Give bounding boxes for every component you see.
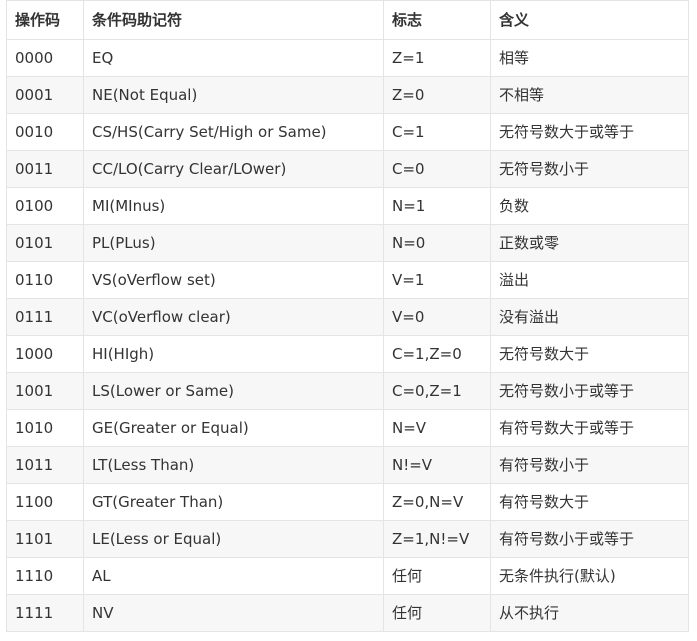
cell-flags: N!=V	[383, 446, 491, 484]
table-row: 1110 AL 任何 无条件执行(默认)	[6, 557, 689, 595]
cell-mnemonic: NV	[83, 594, 384, 632]
cell-mnemonic: MI(MInus)	[83, 187, 384, 225]
cell-mnemonic: VS(oVerflow set)	[83, 261, 384, 299]
cell-opcode: 0000	[6, 39, 84, 77]
cell-flags: V=1	[383, 261, 491, 299]
cell-opcode: 0010	[6, 113, 84, 151]
table-row: 1001 LS(Lower or Same) C=0,Z=1 无符号数小于或等于	[6, 372, 689, 410]
cell-flags: Z=0	[383, 76, 491, 114]
cell-meaning: 溢出	[490, 261, 689, 299]
table-row: 1101 LE(Less or Equal) Z=1,N!=V 有符号数小于或等…	[6, 520, 689, 558]
table-row: 1111 NV 任何 从不执行	[6, 594, 689, 632]
cell-mnemonic: CC/LO(Carry Clear/LOwer)	[83, 150, 384, 188]
cell-meaning: 从不执行	[490, 594, 689, 632]
table-row: 0111 VC(oVerflow clear) V=0 没有溢出	[6, 298, 689, 336]
cell-flags: 任何	[383, 557, 491, 595]
header-meaning: 含义	[490, 0, 689, 40]
table-row: 0010 CS/HS(Carry Set/High or Same) C=1 无…	[6, 113, 689, 151]
cell-mnemonic: PL(PLus)	[83, 224, 384, 262]
table-row: 0101 PL(PLus) N=0 正数或零	[6, 224, 689, 262]
cell-flags: N=1	[383, 187, 491, 225]
cell-opcode: 0011	[6, 150, 84, 188]
cell-opcode: 0100	[6, 187, 84, 225]
cell-flags: Z=1,N!=V	[383, 520, 491, 558]
cell-opcode: 0101	[6, 224, 84, 262]
cell-meaning: 无条件执行(默认)	[490, 557, 689, 595]
cell-meaning: 相等	[490, 39, 689, 77]
cell-mnemonic: LT(Less Than)	[83, 446, 384, 484]
table-body: 0000 EQ Z=1 相等 0001 NE(Not Equal) Z=0 不相…	[6, 39, 689, 632]
table-row: 1010 GE(Greater or Equal) N=V 有符号数大于或等于	[6, 409, 689, 447]
cell-mnemonic: EQ	[83, 39, 384, 77]
table-row: 0011 CC/LO(Carry Clear/LOwer) C=0 无符号数小于	[6, 150, 689, 188]
cell-meaning: 无符号数大于或等于	[490, 113, 689, 151]
cell-mnemonic: CS/HS(Carry Set/High or Same)	[83, 113, 384, 151]
table-row: 0000 EQ Z=1 相等	[6, 39, 689, 77]
cell-mnemonic: NE(Not Equal)	[83, 76, 384, 114]
table-row: 0001 NE(Not Equal) Z=0 不相等	[6, 76, 689, 114]
table-row: 1011 LT(Less Than) N!=V 有符号数小于	[6, 446, 689, 484]
cell-meaning: 有符号数小于	[490, 446, 689, 484]
header-row: 操作码 条件码助记符 标志 含义	[6, 0, 689, 40]
header-opcode: 操作码	[6, 0, 84, 40]
cell-opcode: 1101	[6, 520, 84, 558]
table-row: 1100 GT(Greater Than) Z=0,N=V 有符号数大于	[6, 483, 689, 521]
cell-mnemonic: AL	[83, 557, 384, 595]
cell-meaning: 无符号数小于	[490, 150, 689, 188]
cell-flags: N=0	[383, 224, 491, 262]
cell-mnemonic: GT(Greater Than)	[83, 483, 384, 521]
cell-meaning: 有符号数大于或等于	[490, 409, 689, 447]
cell-opcode: 1100	[6, 483, 84, 521]
cell-mnemonic: VC(oVerflow clear)	[83, 298, 384, 336]
cell-opcode: 1010	[6, 409, 84, 447]
cell-opcode: 0111	[6, 298, 84, 336]
header-mnemonic: 条件码助记符	[83, 0, 384, 40]
table-row: 0100 MI(MInus) N=1 负数	[6, 187, 689, 225]
cell-opcode: 1001	[6, 372, 84, 410]
cell-flags: Z=0,N=V	[383, 483, 491, 521]
cell-meaning: 负数	[490, 187, 689, 225]
table-header: 操作码 条件码助记符 标志 含义	[6, 0, 689, 40]
cell-meaning: 有符号数小于或等于	[490, 520, 689, 558]
cell-opcode: 1000	[6, 335, 84, 373]
cell-opcode: 1011	[6, 446, 84, 484]
cell-mnemonic: HI(HIgh)	[83, 335, 384, 373]
cell-opcode: 0110	[6, 261, 84, 299]
cell-meaning: 无符号数大于	[490, 335, 689, 373]
cell-flags: N=V	[383, 409, 491, 447]
cell-flags: C=1	[383, 113, 491, 151]
header-flags: 标志	[383, 0, 491, 40]
cell-meaning: 有符号数大于	[490, 483, 689, 521]
cell-opcode: 1111	[6, 594, 84, 632]
cell-flags: C=1,Z=0	[383, 335, 491, 373]
cell-flags: Z=1	[383, 39, 491, 77]
cell-flags: C=0,Z=1	[383, 372, 491, 410]
cell-mnemonic: LE(Less or Equal)	[83, 520, 384, 558]
cell-meaning: 无符号数小于或等于	[490, 372, 689, 410]
cell-opcode: 0001	[6, 76, 84, 114]
table-row: 0110 VS(oVerflow set) V=1 溢出	[6, 261, 689, 299]
cell-meaning: 不相等	[490, 76, 689, 114]
table-row: 1000 HI(HIgh) C=1,Z=0 无符号数大于	[6, 335, 689, 373]
condition-code-table-container: 操作码 条件码助记符 标志 含义 0000 EQ Z=1 相等 0001 NE(…	[6, 0, 689, 632]
cell-flags: C=0	[383, 150, 491, 188]
cell-flags: V=0	[383, 298, 491, 336]
condition-code-table: 操作码 条件码助记符 标志 含义 0000 EQ Z=1 相等 0001 NE(…	[6, 0, 689, 632]
cell-meaning: 正数或零	[490, 224, 689, 262]
cell-flags: 任何	[383, 594, 491, 632]
cell-opcode: 1110	[6, 557, 84, 595]
cell-meaning: 没有溢出	[490, 298, 689, 336]
cell-mnemonic: LS(Lower or Same)	[83, 372, 384, 410]
cell-mnemonic: GE(Greater or Equal)	[83, 409, 384, 447]
